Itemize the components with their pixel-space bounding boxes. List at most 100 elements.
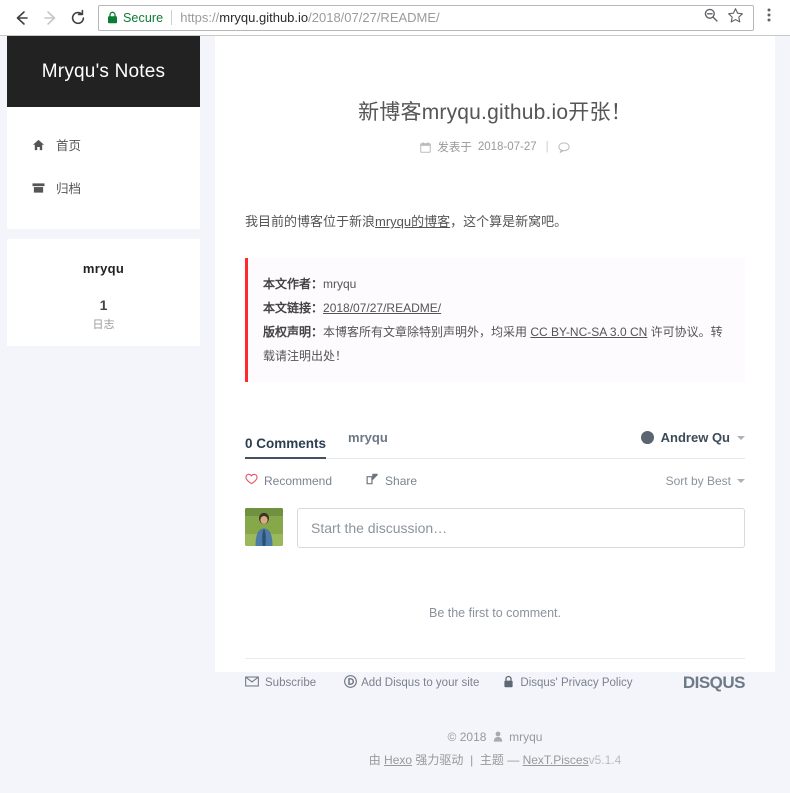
recommend-label: Recommend [264,474,332,488]
copyright-symbol: © [448,730,457,744]
add-disqus-link[interactable]: Add Disqus to your site [344,675,479,691]
copyright-author-row: 本文作者：mryqu [263,272,729,296]
footer-theme-link[interactable]: NexT.Pisces [523,753,589,767]
profile-post-stat[interactable]: 1 日志 [7,298,200,332]
url-text[interactable]: https://mryqu.github.io/2018/07/27/READM… [180,10,699,25]
disqus-footer: Subscribe Add Disqus to your site [245,658,745,693]
footer-copyright-line: © 2018 mryqu [215,726,775,749]
recommend-button[interactable]: Recommend [245,473,332,488]
site-title[interactable]: Mryqu's Notes [42,61,165,83]
disqus-comment-count: 0 Comments [245,436,326,459]
footer-year: 2018 [460,730,487,744]
sidebar: Mryqu's Notes 首页 归档 [7,36,200,346]
copyright-license-key: 版权声明： [263,325,323,339]
chevron-down-icon [737,436,745,440]
post-article: 新博客mryqu.github.io开张！ 发表于 2018-07-27 | [215,36,775,382]
address-bar[interactable]: Secure https://mryqu.github.io/2018/07/2… [98,5,754,31]
comment-bubble-icon[interactable] [558,142,570,153]
reload-button[interactable] [64,4,92,32]
sidebar-item-home-label: 首页 [56,135,81,154]
avatar [245,508,283,546]
disqus-wordmark: DISQUS [683,673,745,693]
back-button[interactable] [8,4,36,32]
disqus-username: Andrew Qu [661,430,730,445]
share-label: Share [385,474,417,488]
copyright-author-key: 本文作者： [263,277,323,291]
archive-icon [31,182,46,194]
three-dot-menu-icon [761,6,777,29]
disqus-composer: Start the discussion… [245,508,745,548]
site-header: Mryqu's Notes [7,36,200,107]
copyright-link-value[interactable]: 2018/07/27/README/ [323,301,441,315]
post-meta-separator: | [546,141,549,153]
arrow-left-icon [13,9,31,27]
post-body-text-before: 我目前的博客位于新浪 [245,214,375,229]
post-title: 新博客mryqu.github.io开张！ [245,96,745,126]
footer-powered-suffix: 强力驱动 [415,753,463,767]
footer-powered-prefix: 由 [369,753,381,767]
person-icon [493,731,503,742]
site-footer: © 2018 mryqu 由 Hexo 强力驱动 | 主题 — NexT.Pis… [215,726,775,772]
add-disqus-label: Add Disqus to your site [361,677,479,689]
footer-theme-label[interactable]: 主题 — [480,753,519,767]
bookmark-button[interactable] [723,6,747,30]
disqus-forum-name[interactable]: mryqu [348,430,388,451]
chevron-down-icon [737,479,745,483]
disqus-d-icon [344,675,357,691]
disqus-actions: Recommend Share Sort by Best [245,473,745,488]
browser-menu-button[interactable] [756,4,782,32]
disqus-user-menu[interactable]: Andrew Qu [641,430,745,451]
share-button[interactable]: Share [366,473,417,488]
footer-engine-link[interactable]: Hexo [384,753,412,767]
star-icon [727,7,744,29]
sort-dropdown[interactable]: Sort by Best [666,474,745,488]
footer-separator: | [470,753,473,767]
browser-toolbar: Secure https://mryqu.github.io/2018/07/2… [0,0,790,36]
copyright-license-link[interactable]: CC BY-NC-SA 3.0 CN [530,325,647,339]
disqus-empty-message: Be the first to comment. [245,606,745,620]
zoom-out-button[interactable] [699,6,723,30]
user-silhouette-icon [641,431,654,444]
profile-post-count: 1 [7,298,200,313]
post-meta: 发表于 2018-07-27 | [245,139,745,155]
copyright-notice: 本文作者：mryqu 本文链接：2018/07/27/README/ 版权声明：… [245,258,745,382]
content-card: 新博客mryqu.github.io开张！ 发表于 2018-07-27 | [215,36,775,672]
lock-icon [107,11,118,24]
heart-icon [245,473,258,488]
reload-icon [69,9,87,27]
copyright-license-before: 本博客所有文章除特别声明外，均采用 [323,325,530,339]
privacy-policy-link[interactable]: Disqus' Privacy Policy [503,675,632,691]
post-body-link[interactable]: mryqu的博客 [375,214,450,229]
footer-theme-version: v5.1.4 [589,753,622,767]
profile-post-count-label: 日志 [7,316,200,332]
disqus-header: 0 Comments mryqu Andrew Qu [245,430,745,459]
page-viewport: Mryqu's Notes 首页 归档 [0,36,790,793]
lock-icon [503,675,514,691]
copyright-license-row: 版权声明：本博客所有文章除特别声明外，均采用 CC BY-NC-SA 3.0 C… [263,320,729,368]
comment-input[interactable]: Start the discussion… [297,508,745,548]
url-path: /2018/07/27/README/ [308,10,440,25]
site-navigation: 首页 归档 [7,107,200,229]
subscribe-link[interactable]: Subscribe [245,676,316,690]
privacy-policy-label: Disqus' Privacy Policy [520,677,632,689]
disqus-thread: 0 Comments mryqu Andrew Qu Recommend [245,430,745,693]
copyright-author-value: mryqu [323,277,356,291]
copyright-link-key: 本文链接： [263,301,323,315]
home-icon [31,139,46,151]
omnibox-divider [171,10,172,25]
profile-card: mryqu 1 日志 [7,239,200,346]
url-host: mryqu.github.io [219,10,308,25]
zoom-out-icon [703,7,719,28]
sidebar-item-home[interactable]: 首页 [7,129,200,160]
url-scheme: https:// [180,10,219,25]
copyright-link-row: 本文链接：2018/07/27/README/ [263,296,729,320]
post-body-text-after: ，这个算是新窝吧。 [450,214,567,229]
secure-label: Secure [123,11,163,25]
forward-button[interactable] [36,4,64,32]
sidebar-item-archives[interactable]: 归档 [7,172,200,203]
footer-powered-line: 由 Hexo 强力驱动 | 主题 — NexT.Piscesv5.1.4 [215,749,775,772]
footer-owner[interactable]: mryqu [509,730,542,744]
profile-name: mryqu [7,261,200,276]
subscribe-label: Subscribe [265,677,316,689]
post-date: 2018-07-27 [478,141,537,153]
